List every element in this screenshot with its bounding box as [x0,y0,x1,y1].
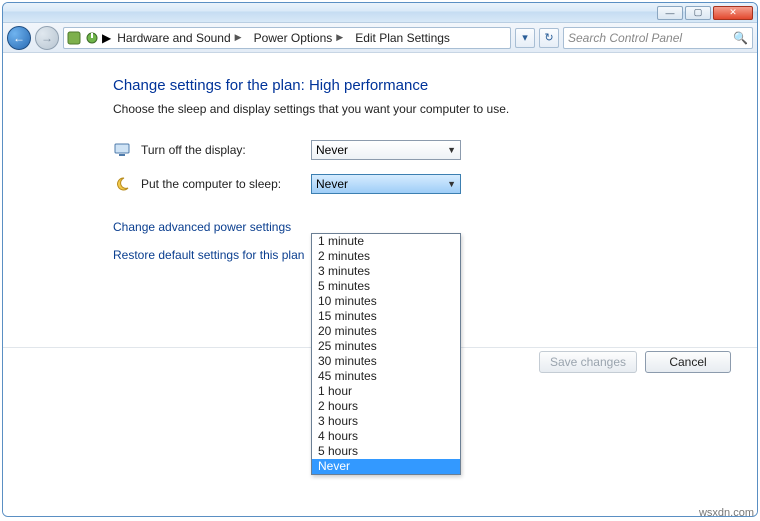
breadcrumb[interactable]: ▶ Hardware and Sound▶ Power Options▶ Edi… [63,27,511,49]
cancel-button[interactable]: Cancel [645,351,731,373]
dropdown-option[interactable]: 3 minutes [312,264,460,279]
back-button[interactable]: ← [7,26,31,50]
address-bar: ← → ▶ Hardware and Sound▶ Power Options▶… [3,23,757,53]
save-button[interactable]: Save changes [539,351,637,373]
dropdown-option[interactable]: 45 minutes [312,369,460,384]
breadcrumb-hardware[interactable]: Hardware and Sound ▶ [113,28,247,48]
dropdown-option[interactable]: 20 minutes [312,324,460,339]
display-timeout-combo[interactable]: Never ▼ [311,140,461,160]
page-subtitle: Choose the sleep and display settings th… [113,102,737,116]
power-icon [84,30,100,46]
breadcrumb-label: Edit Plan Settings [355,31,450,45]
dropdown-option[interactable]: 1 hour [312,384,460,399]
refresh-button[interactable]: ↻ [539,28,559,48]
close-button[interactable]: ✕ [713,6,753,20]
content-area: Change settings for the plan: High perfo… [3,53,757,516]
chevron-right-icon: ▶ [235,32,242,43]
combo-value: Never [316,177,348,191]
button-row: Save changes Cancel [539,351,731,373]
breadcrumb-power-options[interactable]: Power Options▶ [250,28,350,48]
sleep-timeout-dropdown[interactable]: 1 minute2 minutes3 minutes5 minutes10 mi… [311,233,461,475]
dropdown-option[interactable]: 2 minutes [312,249,460,264]
dropdown-option[interactable]: Never [312,459,460,474]
advanced-power-link[interactable]: Change advanced power settings [113,220,291,234]
sleep-timeout-combo[interactable]: Never ▼ [311,174,461,194]
window-frame: — ▢ ✕ ← → ▶ Hardware and Sound ▶ Power Op… [2,2,758,517]
advanced-link-row: Change advanced power settings [113,220,737,234]
display-label: Turn off the display: [141,143,311,157]
chevron-right-icon: ▶ [336,32,343,43]
page-title: Change settings for the plan: High perfo… [113,77,737,94]
breadcrumb-label: Hardware and Sound [117,31,230,45]
forward-button[interactable]: → [35,26,59,50]
chevron-down-icon: ▼ [447,179,456,189]
setting-row-display: Turn off the display: Never ▼ [113,140,737,160]
dropdown-option[interactable]: 4 hours [312,429,460,444]
control-panel-icon [66,30,82,46]
search-input[interactable]: Search Control Panel 🔍 [563,27,753,49]
monitor-icon [113,141,131,159]
titlebar: — ▢ ✕ [3,3,757,23]
dropdown-option[interactable]: 1 minute [312,234,460,249]
minimize-button[interactable]: — [657,6,683,20]
dropdown-option[interactable]: 15 minutes [312,309,460,324]
sleep-label: Put the computer to sleep: [141,177,311,191]
combo-value: Never [316,143,348,157]
setting-row-sleep: Put the computer to sleep: Never ▼ [113,174,737,194]
moon-icon [113,175,131,193]
dropdown-option[interactable]: 3 hours [312,414,460,429]
breadcrumb-edit-plan[interactable]: Edit Plan Settings [351,28,456,48]
dropdown-option[interactable]: 5 hours [312,444,460,459]
search-icon: 🔍 [733,31,748,45]
watermark: wsxdn.com [699,507,754,519]
dropdown-option[interactable]: 10 minutes [312,294,460,309]
dropdown-option[interactable]: 30 minutes [312,354,460,369]
breadcrumb-label: Power Options [254,31,333,45]
search-placeholder: Search Control Panel [568,31,682,45]
restore-defaults-link[interactable]: Restore default settings for this plan [113,248,304,262]
chevron-down-icon: ▼ [447,145,456,155]
maximize-button[interactable]: ▢ [685,6,711,20]
dropdown-option[interactable]: 5 minutes [312,279,460,294]
history-dropdown-button[interactable]: ▾ [515,28,535,48]
dropdown-option[interactable]: 25 minutes [312,339,460,354]
chevron-right-icon: ▶ [102,31,111,45]
dropdown-option[interactable]: 2 hours [312,399,460,414]
